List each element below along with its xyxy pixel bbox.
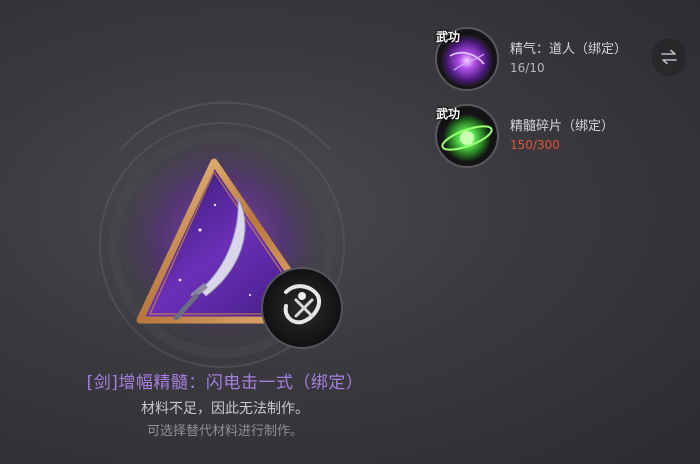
insufficient-materials-text: 材料不足，因此无法制作。	[141, 401, 309, 417]
skill-emblem-icon	[261, 267, 343, 349]
alternative-materials-hint: 可选择替代材料进行制作。	[146, 424, 303, 439]
material-badge: 武功	[436, 107, 461, 121]
item-title: [剑]增幅精髓：闪电击一式（绑定）	[86, 373, 364, 393]
swap-materials-button[interactable]	[652, 38, 686, 76]
swap-arrows-icon	[661, 49, 677, 65]
material-name: 精气：道人（绑定）	[510, 42, 628, 57]
material-count: 150/300	[510, 138, 560, 152]
material-count: 16/10	[510, 61, 545, 75]
material-badge: 武功	[436, 30, 461, 44]
material-name: 精髓碎片（绑定）	[510, 119, 615, 134]
material-slot-1[interactable]: 武功 精气：道人（绑定） 16/10	[434, 26, 674, 96]
material-slot-2[interactable]: 武功 精髓碎片（绑定） 150/300	[434, 103, 674, 173]
